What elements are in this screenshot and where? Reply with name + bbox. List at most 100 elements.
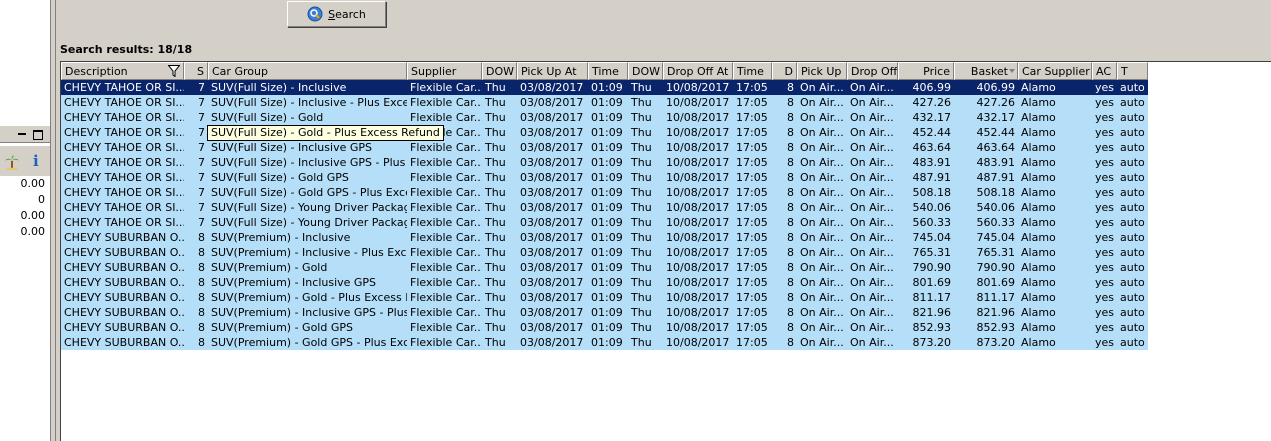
cell-pickup: On Air...	[800, 141, 844, 154]
column-header-basket[interactable]: Basket	[954, 62, 1018, 80]
cell-dropoff: On Air...	[850, 291, 894, 304]
cell-pickup_at: 03/08/2017	[520, 216, 584, 229]
table-row[interactable]: CHEVY SUBURBAN O... 8 SUV(Premium) - Inclu…	[61, 305, 1148, 320]
cell-time1: 01:09	[591, 276, 623, 289]
table-row[interactable]: CHEVY TAHOE OR SI... 7 SUV(Full Size) - Go…	[61, 185, 1148, 200]
cell-dow2: Thu	[631, 156, 652, 169]
column-header-desc[interactable]: Description	[61, 62, 184, 80]
cell-time1: 01:09	[591, 306, 623, 319]
table-row[interactable]: CHEVY TAHOE OR SI... 7 SUV(Full Size) - In…	[61, 95, 1148, 110]
cell-pickup_at: 03/08/2017	[520, 201, 584, 214]
table-row[interactable]: CHEVY SUBURBAN O... 8 SUV(Premium) - Gold …	[61, 335, 1148, 350]
table-row[interactable]: CHEVY SUBURBAN O... 8 SUV(Premium) - Inclu…	[61, 275, 1148, 290]
cell-time1: 01:09	[591, 336, 623, 349]
column-header-dow2[interactable]: DOW	[628, 62, 663, 80]
cell-s: 8	[198, 336, 205, 349]
cell-ac: yes	[1095, 306, 1115, 319]
cell-desc: CHEVY SUBURBAN O...	[64, 231, 184, 244]
column-header-dropoff[interactable]: Drop Off	[847, 62, 898, 80]
cell-price: 427.26	[912, 96, 952, 109]
minimize-icon[interactable]	[16, 128, 29, 141]
cell-d: 8	[787, 186, 794, 199]
cell-pickup_at: 03/08/2017	[520, 156, 584, 169]
column-header-supplier[interactable]: Supplier	[407, 62, 482, 80]
cell-car_supplier: Alamo	[1021, 231, 1056, 244]
cell-desc: CHEVY TAHOE OR SI...	[64, 216, 184, 229]
cell-price: 406.99	[912, 81, 952, 94]
cell-dow2: Thu	[631, 171, 652, 184]
table-row[interactable]: CHEVY SUBURBAN O... 8 SUV(Premium) - Inclu…	[61, 245, 1148, 260]
cell-ac: yes	[1095, 291, 1115, 304]
cell-basket: 852.93	[976, 321, 1016, 334]
column-header-pickup_at[interactable]: Pick Up At	[517, 62, 588, 80]
cell-dow2: Thu	[631, 291, 652, 304]
column-header-ac[interactable]: AC	[1092, 62, 1117, 80]
cell-group: SUV(Full Size) - Young Driver Package...	[211, 201, 407, 214]
cell-time1: 01:09	[591, 171, 623, 184]
cell-dow1: Thu	[485, 276, 506, 289]
table-row[interactable]: CHEVY SUBURBAN O... 8 SUV(Premium) - Inclu…	[61, 230, 1148, 245]
column-header-pickup[interactable]: Pick Up	[797, 62, 847, 80]
table-row[interactable]: CHEVY TAHOE OR SI... 7 SUV(Full Size) - Yo…	[61, 200, 1148, 215]
column-header-group[interactable]: Car Group	[208, 62, 407, 80]
column-header-car_supplier[interactable]: Car Supplier	[1018, 62, 1092, 80]
table-row[interactable]: CHEVY TAHOE OR SI... 7 SUV(Full Size) - Go…	[61, 110, 1148, 125]
cell-time2: 17:05	[736, 81, 768, 94]
cell-supplier: Flexible Car...	[410, 96, 482, 109]
cell-d: 8	[787, 141, 794, 154]
cell-supplier: Flexible Car...	[410, 141, 482, 154]
cell-price: 487.91	[912, 171, 952, 184]
cell-t: auto	[1120, 276, 1145, 289]
cell-price: 432.17	[912, 111, 952, 124]
cell-ac: yes	[1095, 141, 1115, 154]
cell-dropoff_at: 10/08/2017	[666, 321, 730, 334]
cell-dow2: Thu	[631, 261, 652, 274]
table-row[interactable]: CHEVY TAHOE OR SI... 7 SUV(Full Size) - Yo…	[61, 215, 1148, 230]
splitter[interactable]	[50, 0, 53, 441]
cell-dropoff: On Air...	[850, 126, 894, 139]
cell-group: SUV(Premium) - Gold - Plus Excess Re...	[211, 291, 407, 304]
cell-dropoff: On Air...	[850, 156, 894, 169]
cell-dropoff_at: 10/08/2017	[666, 276, 730, 289]
column-header-time2[interactable]: Time	[733, 62, 772, 80]
cell-dow2: Thu	[631, 96, 652, 109]
table-row[interactable]: CHEVY SUBURBAN O... 8 SUV(Premium) - Gold …	[61, 290, 1148, 305]
cell-s: 8	[198, 306, 205, 319]
cell-price: 540.06	[912, 201, 952, 214]
cell-time2: 17:05	[736, 186, 768, 199]
search-button[interactable]: Search	[287, 1, 386, 27]
info-icon[interactable]: i	[33, 152, 39, 170]
table-row[interactable]: CHEVY TAHOE OR SI... 7 SUV(Full Size) - Go…	[61, 170, 1148, 185]
cell-dropoff_at: 10/08/2017	[666, 216, 730, 229]
column-header-label: D	[784, 65, 793, 78]
filter-icon[interactable]	[168, 65, 180, 77]
table-row[interactable]: CHEVY SUBURBAN O... 8 SUV(Premium) - Gold F…	[61, 260, 1148, 275]
cell-pickup_at: 03/08/2017	[520, 111, 584, 124]
column-header-time1[interactable]: Time	[588, 62, 628, 80]
column-header-dow1[interactable]: DOW	[482, 62, 517, 80]
cell-t: auto	[1120, 96, 1145, 109]
maximize-icon[interactable]	[33, 130, 43, 140]
cell-t: auto	[1120, 201, 1145, 214]
search-icon	[307, 6, 323, 22]
column-header-d[interactable]: D	[772, 62, 797, 80]
palm-tree-icon[interactable]	[4, 154, 20, 170]
column-header-s[interactable]: S	[184, 62, 208, 80]
column-header-label: Supplier	[411, 65, 457, 78]
cell-price: 873.20	[912, 336, 952, 349]
column-header-price[interactable]: Price	[898, 62, 954, 80]
cell-ac: yes	[1095, 216, 1115, 229]
table-row[interactable]: CHEVY TAHOE OR SI... 7 SUV(Full Size) - In…	[61, 155, 1148, 170]
table-row[interactable]: CHEVY SUBURBAN O... 8 SUV(Premium) - Gold …	[61, 320, 1148, 335]
table-row[interactable]: CHEVY TAHOE OR SI... 7 SUV(Full Size) - In…	[61, 140, 1148, 155]
column-header-dropoff_at[interactable]: Drop Off At	[663, 62, 733, 80]
cell-dropoff_at: 10/08/2017	[666, 81, 730, 94]
column-header-t[interactable]: T	[1117, 62, 1148, 80]
cell-price: 508.18	[912, 186, 952, 199]
cell-time2: 17:05	[736, 201, 768, 214]
cell-t: auto	[1120, 126, 1145, 139]
table-row[interactable]: CHEVY TAHOE OR SI... 7 SUV(Full Size) - In…	[61, 80, 1148, 95]
cell-ac: yes	[1095, 321, 1115, 334]
cell-pickup: On Air...	[800, 156, 844, 169]
results-grid: Description S Car Group Supplier DOW Pick Up …	[60, 61, 1271, 441]
